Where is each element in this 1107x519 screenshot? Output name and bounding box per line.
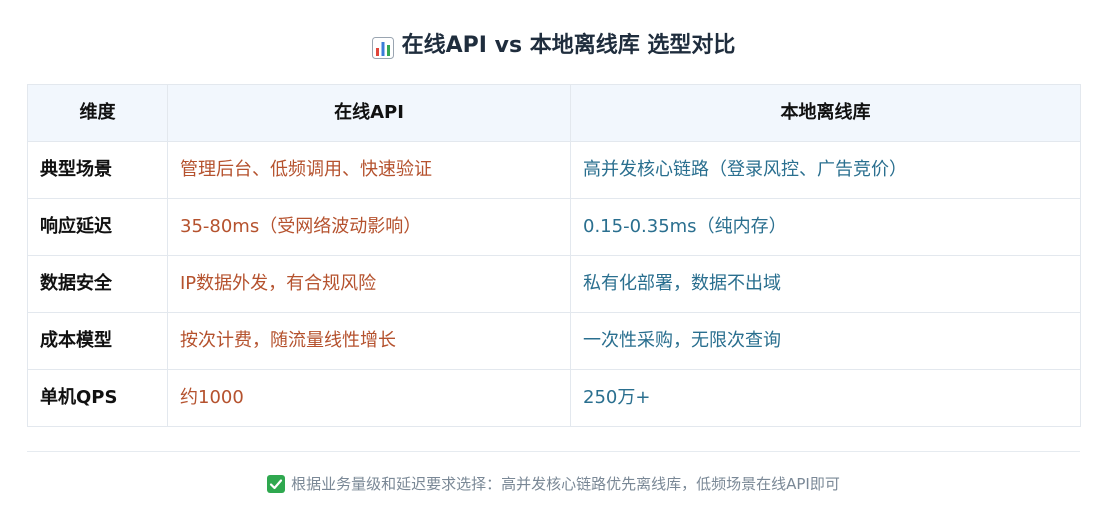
- table-row: 响应延迟 35-80ms（受网络波动影响） 0.15-0.35ms（纯内存）: [27, 198, 1081, 256]
- footer-divider: [27, 451, 1080, 452]
- row-online-value: 管理后台、低频调用、快速验证: [167, 141, 571, 199]
- table-row: 成本模型 按次计费，随流量线性增长 一次性采购，无限次查询: [27, 312, 1081, 370]
- bar-chart-icon: [371, 35, 394, 59]
- table-row: 单机QPS 约1000 250万+: [27, 369, 1081, 427]
- row-local-value: 250万+: [570, 369, 1081, 427]
- table-row: 数据安全 IP数据外发，有合规风险 私有化部署，数据不出域: [27, 255, 1081, 313]
- row-local-value: 一次性采购，无限次查询: [570, 312, 1081, 370]
- row-local-value: 0.15-0.35ms（纯内存）: [570, 198, 1081, 256]
- page-title-text: 在线API vs 本地离线库 选型对比: [401, 33, 736, 58]
- column-header-online-api: 在线API: [167, 84, 571, 142]
- page: 在线API vs 本地离线库 选型对比 维度 在线API 本地离线库 典型场景 …: [0, 0, 1107, 519]
- row-online-value: 35-80ms（受网络波动影响）: [167, 198, 571, 256]
- column-header-local-offline: 本地离线库: [570, 84, 1081, 142]
- row-online-value: 按次计费，随流量线性增长: [167, 312, 571, 370]
- table-row: 典型场景 管理后台、低频调用、快速验证 高并发核心链路（登录风控、广告竞价）: [27, 141, 1081, 199]
- footer-note: 根据业务量级和延迟要求选择：高并发核心链路优先离线库，低频场景在线API即可: [0, 472, 1107, 496]
- table-header-row: 维度 在线API 本地离线库: [27, 84, 1081, 142]
- page-title: 在线API vs 本地离线库 选型对比: [0, 28, 1107, 64]
- check-mark-icon: [267, 475, 286, 493]
- row-dimension: 成本模型: [27, 312, 168, 370]
- row-online-value: IP数据外发，有合规风险: [167, 255, 571, 313]
- footer-text: 根据业务量级和延迟要求选择：高并发核心链路优先离线库，低频场景在线API即可: [291, 475, 840, 493]
- row-dimension: 响应延迟: [27, 198, 168, 256]
- row-online-value: 约1000: [167, 369, 571, 427]
- row-dimension: 典型场景: [27, 141, 168, 199]
- column-header-dimension: 维度: [27, 84, 168, 142]
- row-local-value: 私有化部署，数据不出域: [570, 255, 1081, 313]
- row-local-value: 高并发核心链路（登录风控、广告竞价）: [570, 141, 1081, 199]
- row-dimension: 数据安全: [27, 255, 168, 313]
- comparison-table: 维度 在线API 本地离线库 典型场景 管理后台、低频调用、快速验证 高并发核心…: [27, 84, 1081, 427]
- row-dimension: 单机QPS: [27, 369, 168, 427]
